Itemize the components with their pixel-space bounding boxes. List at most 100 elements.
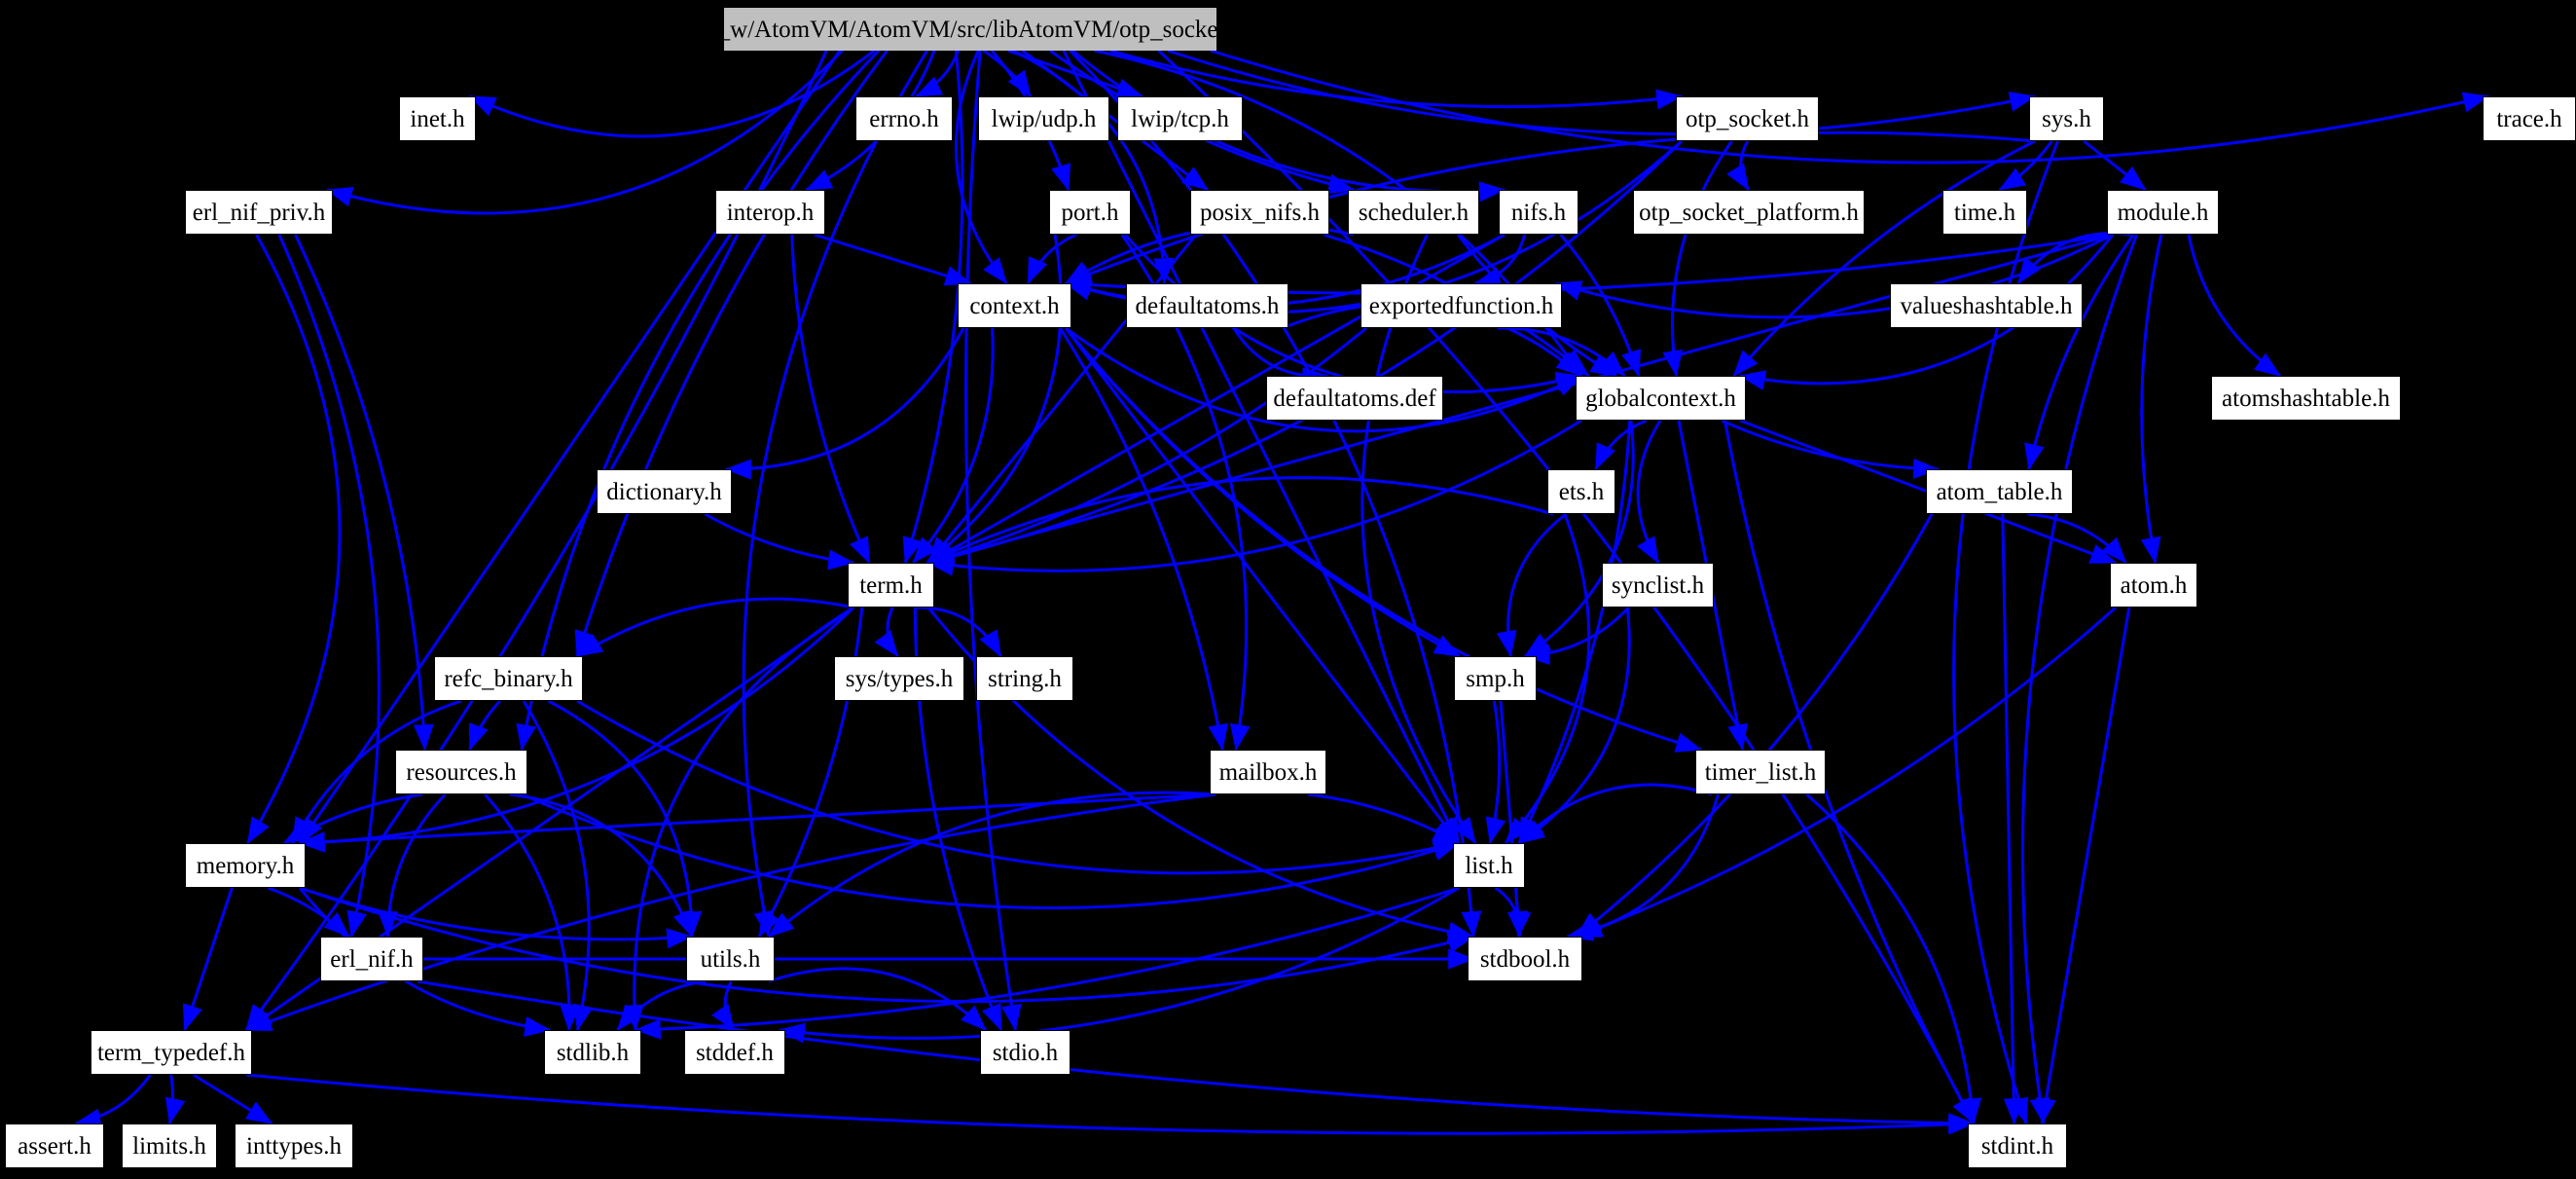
- graph-node-label: string.h: [988, 665, 1062, 692]
- graph-node-label: dictionary.h: [606, 478, 722, 505]
- graph-edge: [575, 597, 854, 658]
- graph-edge: [576, 699, 1461, 875]
- graph-node-nifs-h[interactable]: nifs.h: [1499, 190, 1578, 235]
- graph-edge: [915, 606, 1002, 658]
- graph-node-atom-table-h[interactable]: atom_table.h: [1926, 469, 2073, 514]
- graph-node-atomshashtable-h[interactable]: atomshashtable.h: [2211, 376, 2401, 421]
- graph-edge: [1998, 140, 2053, 192]
- graph-node-synclist-h[interactable]: synclist.h: [1602, 563, 1714, 608]
- graph-node-port-h[interactable]: port.h: [1049, 190, 1131, 235]
- graph-node-label: sys/types.h: [845, 665, 954, 692]
- graph-node-label: assert.h: [18, 1132, 91, 1160]
- graph-node-stdlib-h[interactable]: stdlib.h: [544, 1030, 641, 1075]
- graph-node-label: inttypes.h: [246, 1132, 342, 1160]
- graph-node-ets-h[interactable]: ets.h: [1547, 469, 1615, 514]
- graph-node-smp-h[interactable]: smp.h: [1454, 656, 1537, 701]
- graph-node-mailbox-h[interactable]: mailbox.h: [1210, 750, 1326, 794]
- graph-node-label: atom.h: [2120, 571, 2188, 599]
- graph-node-label: limits.h: [132, 1132, 206, 1160]
- graph-node-label: ets.h: [1558, 478, 1605, 505]
- graph-node-label: port.h: [1061, 199, 1119, 226]
- graph-node-label: lwip/tcp.h: [1131, 105, 1229, 132]
- graph-node-memory-h[interactable]: memory.h: [185, 843, 306, 888]
- graph-node-term-h[interactable]: term.h: [848, 563, 934, 608]
- graph-edge: [2001, 513, 2024, 1125]
- graph-node-context-h[interactable]: context.h: [958, 283, 1071, 328]
- graph-node-defaultatoms-h[interactable]: defaultatoms.h: [1126, 283, 1288, 328]
- graph-edge: [1566, 793, 1720, 941]
- graph-node-errno-h[interactable]: errno.h: [855, 96, 953, 141]
- graph-edge: [1485, 700, 1506, 845]
- graph-edge: [2140, 234, 2163, 565]
- graph-node-label: list.h: [1465, 852, 1513, 879]
- graph-edge: [1523, 606, 1630, 666]
- graph-edge: [1662, 140, 1733, 378]
- graph-node-label: trace.h: [2496, 105, 2562, 132]
- graph-node-globalcontext-h[interactable]: globalcontext.h: [1576, 376, 1746, 421]
- graph-node-label: atomshashtable.h: [2222, 385, 2390, 412]
- graph-node-posix-nifs-h[interactable]: posix_nifs.h: [1190, 190, 1329, 235]
- graph-edge: [814, 233, 972, 286]
- graph-node-scheduler-h[interactable]: scheduler.h: [1348, 190, 1479, 235]
- graph-node-stdio-h[interactable]: stdio.h: [980, 1030, 1070, 1075]
- graph-edge: [164, 1074, 186, 1125]
- graph-node-label: timer_list.h: [1704, 758, 1817, 786]
- graph-node-label: /__w/AtomVM/AtomVM/src/libAtomVM/otp_soc…: [699, 16, 1242, 43]
- graph-node-label: valueshashtable.h: [1900, 292, 2073, 319]
- graph-edge: [2187, 234, 2282, 378]
- graph-node-resources-h[interactable]: resources.h: [395, 750, 527, 794]
- graph-node-string-h[interactable]: string.h: [976, 656, 1073, 701]
- graph-node-interop-h[interactable]: interop.h: [715, 190, 825, 235]
- graph-node-inttypes-h[interactable]: inttypes.h: [235, 1124, 353, 1168]
- graph-node-otp-socket-h[interactable]: otp_socket.h: [1676, 96, 1819, 141]
- graph-node-label: lwip/udp.h: [991, 105, 1097, 132]
- graph-node-lwip-udp-h[interactable]: lwip/udp.h: [978, 96, 1109, 141]
- graph-node-inet-h[interactable]: inet.h: [399, 96, 476, 141]
- graph-edge: [2036, 607, 2131, 1125]
- graph-node-list-h[interactable]: list.h: [1453, 843, 1525, 888]
- graph-node-label: atom_table.h: [1936, 478, 2063, 505]
- graph-node-otp-socket-platform-h[interactable]: otp_socket_platform.h: [1633, 190, 1865, 235]
- graph-node-label: refc_binary.h: [444, 665, 573, 692]
- graph-node-label: posix_nifs.h: [1200, 199, 1320, 226]
- graph-node-label: defaultatoms.def: [1273, 385, 1436, 412]
- graph-node-term-typedef-h[interactable]: term_typedef.h: [91, 1030, 252, 1075]
- graph-edge: [724, 327, 965, 480]
- graph-node-time-h[interactable]: time.h: [1942, 190, 2027, 235]
- graph-node-erl-nif-h[interactable]: erl_nif.h: [320, 937, 423, 981]
- graph-node-exportedfunction-h[interactable]: exportedfunction.h: [1361, 283, 1562, 328]
- graph-edge: [1726, 140, 1751, 192]
- graph-node-lwip-tcp-h[interactable]: lwip/tcp.h: [1117, 96, 1243, 141]
- graph-node-utils-h[interactable]: utils.h: [686, 937, 775, 981]
- graph-edge: [1307, 792, 1461, 845]
- graph-node-label: stdio.h: [992, 1039, 1059, 1066]
- graph-node-label: mailbox.h: [1218, 758, 1318, 786]
- graph-edge: [874, 607, 899, 657]
- graph-node-trace-h[interactable]: trace.h: [2483, 96, 2576, 141]
- graph-edge: [298, 50, 842, 844]
- graph-node-label: memory.h: [196, 852, 295, 879]
- graph-edge: [2021, 234, 2138, 1125]
- graph-node-label: term.h: [859, 571, 923, 599]
- graph-node-module-h[interactable]: module.h: [2107, 190, 2219, 235]
- graph-node-atom-h[interactable]: atom.h: [2110, 563, 2197, 608]
- graph-node-otp-socket-c[interactable]: /__w/AtomVM/AtomVM/src/libAtomVM/otp_soc…: [699, 8, 1242, 51]
- graph-node-label: globalcontext.h: [1585, 385, 1736, 412]
- graph-node-sys-h[interactable]: sys.h: [2029, 96, 2104, 141]
- graph-node-stdbool-h[interactable]: stdbool.h: [1468, 937, 1582, 981]
- graph-node-limits-h[interactable]: limits.h: [122, 1124, 217, 1168]
- graph-edge: [1517, 783, 1713, 845]
- graph-node-refc-binary-h[interactable]: refc_binary.h: [434, 656, 583, 701]
- graph-node-erl-nif-priv-h[interactable]: erl_nif_priv.h: [185, 190, 333, 235]
- graph-node-dictionary-h[interactable]: dictionary.h: [597, 469, 732, 514]
- graph-node-label: stdlib.h: [556, 1039, 630, 1066]
- graph-node-valueshashtable-h[interactable]: valueshashtable.h: [1890, 283, 2083, 328]
- graph-node-timer-list-h[interactable]: timer_list.h: [1695, 750, 1826, 794]
- graph-node-label: scheduler.h: [1358, 199, 1469, 226]
- graph-node-sys-types-h[interactable]: sys/types.h: [834, 656, 964, 701]
- graph-node-defaultatoms-def[interactable]: defaultatoms.def: [1266, 376, 1443, 421]
- graph-node-label: context.h: [969, 292, 1060, 319]
- graph-node-stdint-h[interactable]: stdint.h: [1968, 1124, 2067, 1168]
- graph-node-stddef-h[interactable]: stddef.h: [684, 1030, 785, 1075]
- graph-node-assert-h[interactable]: assert.h: [5, 1124, 104, 1168]
